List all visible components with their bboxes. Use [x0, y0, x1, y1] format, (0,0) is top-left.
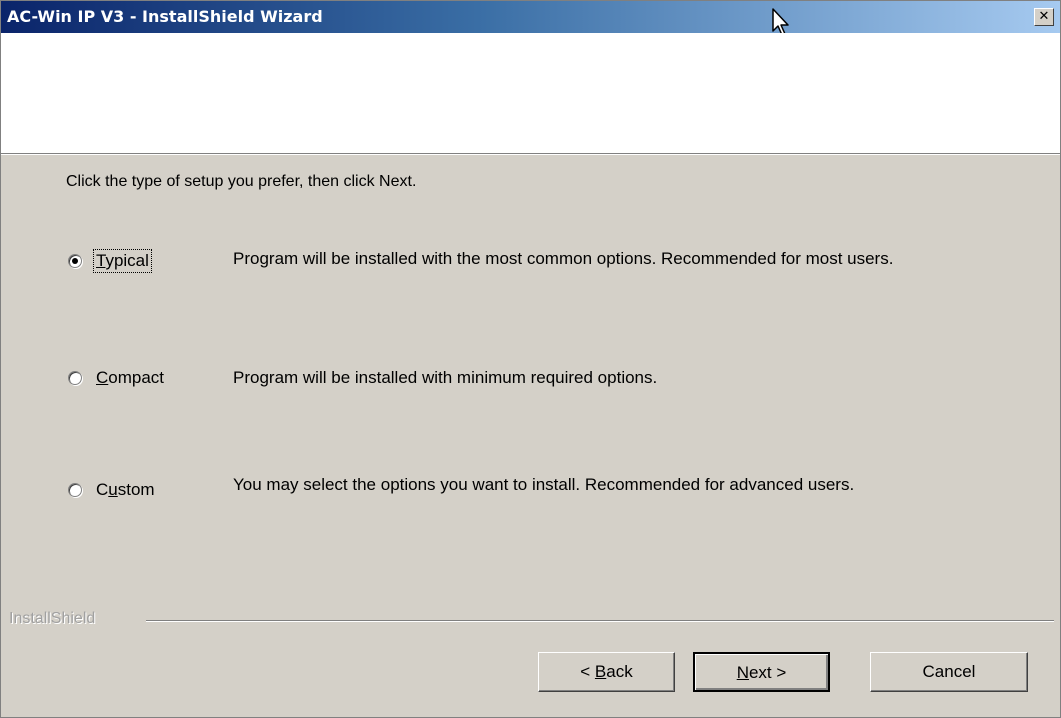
cancel-button[interactable]: Cancel — [870, 652, 1028, 692]
custom-label[interactable]: Custom — [94, 479, 157, 501]
installshield-brand-label: InstallShield — [9, 610, 96, 627]
typical-option[interactable]: Typical — [68, 249, 152, 273]
back-button[interactable]: < Back — [538, 652, 675, 692]
custom-radio[interactable] — [68, 483, 82, 497]
brand-separator: InstallShield — [9, 609, 1054, 631]
next-button[interactable]: Next > — [693, 652, 830, 692]
compact-description: Program will be installed with minimum r… — [233, 368, 658, 387]
compact-option[interactable]: Compact — [68, 366, 166, 390]
header-panel — [1, 33, 1060, 154]
typical-radio[interactable] — [68, 254, 82, 268]
title-bar[interactable]: AC-Win IP V3 - InstallShield Wizard ✕ — [1, 1, 1060, 33]
custom-description: You may select the options you want to i… — [233, 475, 855, 494]
window-title: AC-Win IP V3 - InstallShield Wizard — [7, 7, 323, 26]
typical-description: Program will be installed with the most … — [233, 249, 894, 268]
compact-label[interactable]: Compact — [94, 367, 166, 389]
instruction-text: Click the type of setup you prefer, then… — [66, 173, 417, 190]
custom-option[interactable]: Custom — [68, 478, 157, 502]
installshield-wizard-window: AC-Win IP V3 - InstallShield Wizard ✕ Cl… — [0, 0, 1061, 718]
compact-radio[interactable] — [68, 371, 82, 385]
separator-line — [146, 620, 1054, 622]
typical-label[interactable]: Typical — [93, 249, 152, 273]
close-icon: ✕ — [1038, 9, 1050, 24]
close-button[interactable]: ✕ — [1034, 8, 1054, 26]
